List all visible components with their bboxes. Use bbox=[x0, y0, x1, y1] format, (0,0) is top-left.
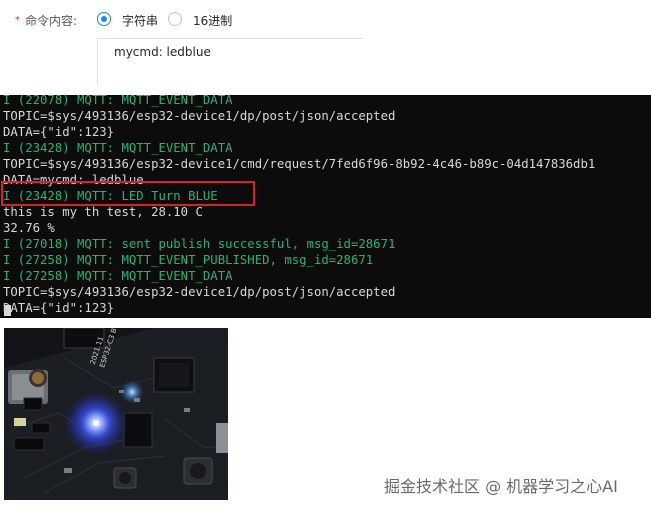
terminal-line: TOPIC=$sys/493136/esp32-device1/dp/post/… bbox=[3, 285, 396, 299]
terminal-line: TOPIC=$sys/493136/esp32-device1/cmd/requ… bbox=[3, 157, 596, 171]
command-form: * 命令内容: 字符串 16进制 mycmd: ledblue bbox=[0, 0, 651, 95]
radio-string[interactable] bbox=[97, 12, 111, 26]
board-photo: ESP32-C3 BY OZH 2021.11 bbox=[4, 328, 228, 500]
connector bbox=[14, 418, 26, 426]
radio-hex[interactable] bbox=[168, 12, 182, 26]
terminal-line: I (27018) MQTT: sent publish successful,… bbox=[3, 237, 396, 251]
terminal-line: TOPIC=$sys/493136/esp32-device1/dp/post/… bbox=[3, 109, 396, 123]
terminal-line: 32.76 % bbox=[3, 221, 55, 235]
command-input[interactable]: mycmd: ledblue bbox=[97, 38, 364, 85]
command-content-label: 命令内容: bbox=[25, 14, 78, 28]
terminal-line: this is my th test, 28.10 C bbox=[3, 205, 203, 219]
usb-port bbox=[216, 423, 228, 453]
watermark: 掘金技术社区 @ 机器学习之心AI bbox=[384, 477, 618, 496]
blue-led bbox=[93, 420, 99, 426]
ic-chip bbox=[123, 412, 153, 448]
serial-terminal: I (22078) MQTT: MQTT_EVENT_DATA TOPIC=$s… bbox=[0, 95, 651, 318]
terminal-line: DATA={"id":123} bbox=[3, 125, 115, 139]
required-mark: * bbox=[15, 15, 20, 26]
radio-hex-label[interactable]: 16进制 bbox=[193, 12, 232, 29]
terminal-line: I (27258) MQTT: MQTT_EVENT_PUBLISHED, ms… bbox=[3, 253, 374, 267]
terminal-line: I (23428) MQTT: MQTT_EVENT_DATA bbox=[3, 141, 233, 155]
radio-string-label[interactable]: 字符串 bbox=[122, 12, 158, 29]
highlight-box bbox=[1, 181, 255, 206]
command-input-value: mycmd: ledblue bbox=[114, 45, 211, 59]
terminal-line: I (27258) MQTT: MQTT_EVENT_DATA bbox=[3, 269, 233, 283]
terminal-line: DATA={"id":123} bbox=[3, 301, 115, 315]
terminal-cursor bbox=[4, 305, 11, 316]
status-led-glow bbox=[120, 380, 144, 404]
terminal-line: I (22078) MQTT: MQTT_EVENT_DATA bbox=[3, 95, 233, 107]
